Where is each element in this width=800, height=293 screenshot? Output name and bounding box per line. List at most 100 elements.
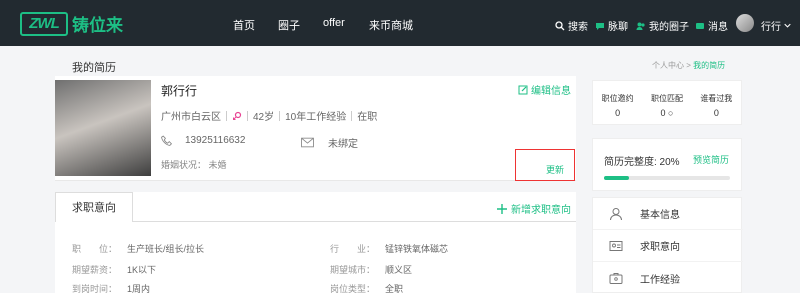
divider bbox=[247, 110, 248, 121]
preview-resume-link[interactable]: 预览简历 bbox=[693, 153, 729, 166]
edit-icon bbox=[518, 85, 528, 94]
user-name: 行行 bbox=[761, 22, 781, 33]
chat-label: 脉聊 bbox=[608, 22, 628, 33]
group-icon bbox=[636, 22, 645, 30]
nav-item-offer[interactable]: offer bbox=[323, 17, 345, 29]
completeness-label: 简历完整度: 20% bbox=[604, 157, 680, 168]
field-value: 生产班长/组长/拉长 bbox=[127, 244, 205, 254]
logo[interactable]: ZWL 铸位来 bbox=[20, 11, 123, 36]
field-value: 全职 bbox=[385, 284, 404, 293]
update-highlight-box: 更新 bbox=[515, 149, 575, 181]
phone-icon bbox=[161, 135, 172, 146]
field-key: 到岗时间： bbox=[72, 284, 118, 293]
phone-item: 13925116632 bbox=[161, 135, 245, 146]
field-key: 期望城市： bbox=[330, 265, 376, 275]
search-icon bbox=[555, 20, 565, 30]
field-value: 顺义区 bbox=[385, 265, 413, 275]
chat-icon bbox=[596, 22, 604, 30]
chat-button[interactable]: 脉聊 bbox=[595, 18, 628, 33]
plus-icon bbox=[497, 203, 507, 214]
stat-invitations[interactable]: 职位邀约 0 bbox=[593, 81, 642, 124]
id-card-icon bbox=[609, 240, 623, 251]
field-industry: 行 业： 锰锌铁氧体磁芯 bbox=[330, 242, 448, 255]
field-job-type: 岗位类型： 全职 bbox=[330, 282, 403, 293]
marital-status: 婚姻状况： 未婚 bbox=[161, 160, 227, 170]
menu-item-label: 求职意向 bbox=[640, 242, 680, 253]
stat-value: 0 bbox=[615, 108, 621, 118]
edit-info-label: 编辑信息 bbox=[531, 86, 571, 97]
my-circle-button[interactable]: 我的圈子 bbox=[636, 18, 689, 33]
breadcrumb-separator: > bbox=[686, 61, 691, 70]
stat-label: 职位邀约 bbox=[601, 94, 634, 103]
stat-matches[interactable]: 职位匹配 0 ○ bbox=[642, 81, 691, 124]
field-start-time: 到岗时间： 1周内 bbox=[72, 282, 150, 293]
field-key: 岗位类型： bbox=[330, 284, 376, 293]
field-city: 期望城市： 顺义区 bbox=[330, 263, 412, 276]
completeness-progress-bar bbox=[604, 176, 730, 180]
field-value: 锰锌铁氧体磁芯 bbox=[385, 244, 449, 254]
field-key: 行 业： bbox=[330, 244, 376, 254]
progress-fill bbox=[604, 176, 630, 180]
resume-stats: 职位邀约 0 职位匹配 0 ○ 谁看过我 0 bbox=[592, 80, 742, 125]
field-value: 1K以下 bbox=[127, 265, 157, 275]
breadcrumb-current: 我的简历 bbox=[693, 61, 726, 70]
phone-number: 13925116632 bbox=[185, 135, 246, 146]
menu-item-job-intent[interactable]: 求职意向 bbox=[593, 230, 743, 262]
stat-label: 谁看过我 bbox=[700, 94, 733, 103]
chevron-down-icon bbox=[784, 23, 791, 28]
field-value: 1周内 bbox=[127, 284, 151, 293]
breadcrumb: 个人中心 > 我的简历 bbox=[652, 60, 725, 71]
logo-text: 铸位来 bbox=[72, 16, 123, 35]
add-intent-button[interactable]: 新增求职意向 bbox=[497, 201, 571, 216]
job-intent-card: 求职意向 新增求职意向 职 位： 生产班长/组长/拉长 行 业： 锰锌铁氧体磁芯 期… bbox=[55, 192, 576, 293]
resume-completeness-card: 简历完整度: 20% 预览简历 bbox=[592, 138, 742, 191]
menu-item-basic-info[interactable]: 基本信息 bbox=[593, 198, 743, 230]
search-button[interactable]: 搜索 bbox=[555, 18, 588, 33]
top-navbar: ZWL 铸位来 首页 圈子 offer 来币商城 搜索 脉聊 我的圈子 消息 行… bbox=[0, 0, 800, 46]
stat-viewers[interactable]: 谁看过我 0 bbox=[692, 81, 741, 124]
user-menu[interactable]: 行行 bbox=[761, 18, 791, 33]
divider bbox=[279, 110, 281, 121]
female-icon bbox=[233, 111, 242, 120]
add-intent-label: 新增求职意向 bbox=[511, 205, 571, 216]
stat-label: 职位匹配 bbox=[650, 94, 683, 103]
field-key: 职 位： bbox=[72, 244, 118, 254]
messages-button[interactable]: 消息 bbox=[695, 18, 728, 33]
stat-value: 0 ○ bbox=[660, 108, 674, 118]
profile-meta: 广州市白云区 42岁 10年工作经验 在职 bbox=[161, 108, 377, 123]
breadcrumb-home[interactable]: 个人中心 bbox=[652, 61, 684, 70]
briefcase-icon bbox=[609, 273, 623, 284]
nav-item-circle[interactable]: 圈子 bbox=[278, 17, 300, 33]
nav-item-mall[interactable]: 来币商城 bbox=[369, 17, 413, 33]
nav-item-home[interactable]: 首页 bbox=[233, 17, 255, 33]
resume-section-menu: 基本信息 求职意向 工作经验 bbox=[592, 197, 743, 293]
profile-name: 郭行行 bbox=[161, 84, 198, 98]
profile-location: 广州市白云区 bbox=[161, 112, 221, 123]
menu-item-label: 工作经验 bbox=[640, 274, 680, 286]
tab-job-intent[interactable]: 求职意向 bbox=[55, 192, 133, 222]
field-position: 职 位： 生产班长/组长/拉长 bbox=[72, 242, 204, 255]
search-label: 搜索 bbox=[568, 22, 588, 33]
field-salary: 期望薪资： 1K以下 bbox=[72, 263, 156, 276]
edit-info-button[interactable]: 编辑信息 bbox=[518, 82, 571, 97]
email-value: 未绑定 bbox=[328, 139, 358, 150]
tab-divider bbox=[132, 221, 576, 222]
menu-item-label: 基本信息 bbox=[640, 210, 680, 221]
profile-card: 郭行行 编辑信息 广州市白云区 42岁 10年工作经验 在职 139251166… bbox=[55, 76, 576, 181]
update-button[interactable]: 更新 bbox=[546, 163, 564, 176]
divider bbox=[226, 110, 227, 121]
menu-item-work-experience[interactable]: 工作经验 bbox=[593, 262, 743, 293]
field-key: 期望薪资： bbox=[72, 265, 118, 275]
user-avatar[interactable] bbox=[736, 14, 754, 32]
message-icon bbox=[696, 22, 704, 29]
profile-age: 42岁 bbox=[253, 112, 275, 123]
logo-mark: ZWL bbox=[20, 11, 68, 36]
profile-status: 在职 bbox=[357, 112, 378, 123]
user-icon bbox=[610, 207, 622, 220]
profile-photo bbox=[55, 80, 151, 176]
stat-value: 0 bbox=[713, 108, 719, 118]
profile-experience: 10年工作经验 bbox=[285, 112, 347, 123]
messages-label: 消息 bbox=[708, 22, 728, 33]
my-circle-label: 我的圈子 bbox=[649, 22, 689, 33]
mail-icon bbox=[301, 137, 314, 148]
